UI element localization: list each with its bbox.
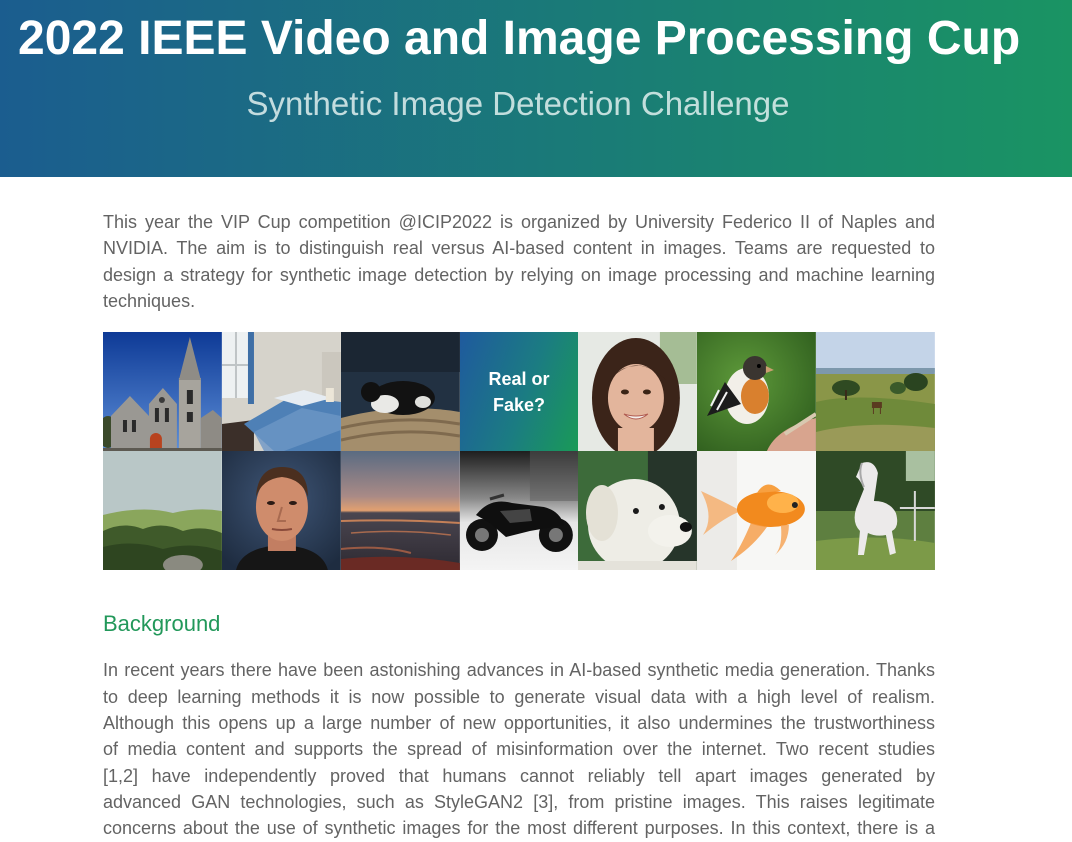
- main-content: This year the VIP Cup competition @ICIP2…: [103, 209, 935, 842]
- white-horse-image: [816, 451, 935, 571]
- real-or-fake-label: Real or Fake?: [488, 368, 550, 415]
- intro-text-line: techniques.: [103, 290, 196, 311]
- gallery-photo-church: [103, 332, 222, 452]
- goldfish-image: [697, 451, 817, 571]
- background-text-line: Although this opens up a large number of…: [103, 712, 935, 733]
- dog-image: [578, 451, 698, 571]
- background-text-line: to deep learning methods it is now possi…: [103, 686, 935, 707]
- cat-image: [340, 332, 460, 452]
- gallery-photo-savanna: [816, 332, 935, 452]
- image-gallery: Real or Fake?: [103, 332, 935, 571]
- gallery-photo-bedroom: [221, 332, 341, 452]
- sunset-sea-image: [340, 451, 460, 571]
- girl-portrait-image: [578, 332, 698, 452]
- gallery-photo-sunset: [340, 451, 460, 571]
- background-paragraph: In recent years there have been astonish…: [103, 657, 935, 841]
- gallery-real-or-fake-tile: Real or Fake?: [459, 332, 579, 452]
- background-heading: Background: [103, 611, 221, 637]
- intro-text-line: design a strategy for synthetic image de…: [103, 264, 935, 285]
- bedroom-image: [221, 332, 341, 452]
- gallery-photo-dog: [578, 451, 698, 571]
- intro-paragraph: This year the VIP Cup competition @ICIP2…: [103, 209, 935, 314]
- bird-image: [697, 332, 817, 452]
- intro-text-line: NVIDIA. The aim is to distinguish real v…: [103, 238, 935, 259]
- gallery-photo-man: [221, 451, 341, 571]
- gallery-photo-motorcycle: [459, 451, 579, 571]
- gallery-photo-horse: [816, 451, 935, 571]
- savanna-landscape-image: [816, 332, 935, 452]
- gallery-photo-girl: [578, 332, 698, 452]
- man-portrait-image: [221, 451, 341, 571]
- header-banner: 2022 IEEE Video and Image Processing Cup…: [0, 0, 1072, 177]
- hills-landscape-image: [103, 451, 222, 571]
- background-text-line: [1,2] have independently proved that hum…: [103, 765, 935, 786]
- gallery-photo-hills: [103, 451, 222, 571]
- page-subtitle: Synthetic Image Detection Challenge: [246, 85, 790, 122]
- background-text-line: advanced GAN technologies, such as Style…: [103, 791, 935, 812]
- background-text-line: of media content and supports the spread…: [103, 739, 935, 760]
- gallery-photo-cat: [340, 332, 460, 452]
- background-text-line: In recent years there have been astonish…: [103, 660, 935, 681]
- church-image: [103, 332, 222, 452]
- background-text-line: concerns about the use of synthetic imag…: [103, 818, 935, 839]
- gallery-photo-goldfish: [697, 451, 817, 571]
- motorcycle-image: [459, 451, 579, 571]
- intro-text-line: This year the VIP Cup competition @ICIP2…: [103, 212, 935, 232]
- page-title: 2022 IEEE Video and Image Processing Cup: [18, 12, 1021, 65]
- gallery-photo-bird: [697, 332, 817, 452]
